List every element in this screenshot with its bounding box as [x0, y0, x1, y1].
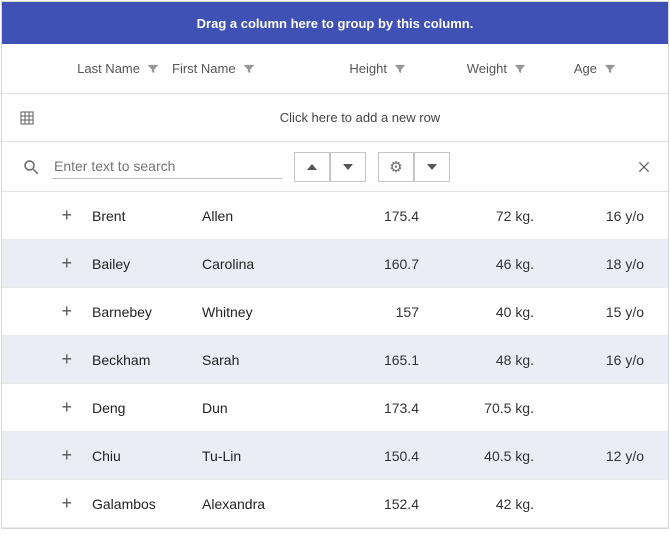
expand-button[interactable]: +	[2, 205, 92, 226]
table-row[interactable]: + BaileyCarolina160.746 kg.18 y/o	[2, 240, 668, 288]
settings-buttons: ⚙	[378, 152, 450, 182]
cell-weight: 70.5 kg.	[427, 400, 542, 416]
cell-firstname: Sarah	[202, 352, 317, 368]
triangle-down-icon	[427, 164, 437, 170]
cell-firstname: Alexandra	[202, 496, 317, 512]
new-row-label: Click here to add a new row	[52, 110, 668, 125]
column-header-firstname[interactable]: First Name	[172, 61, 287, 76]
cell-weight: 72 kg.	[427, 208, 542, 224]
cell-firstname: Whitney	[202, 304, 317, 320]
column-header-lastname[interactable]: Last Name	[52, 61, 172, 76]
column-header-label: First Name	[172, 61, 236, 76]
search-input[interactable]	[52, 154, 282, 179]
plus-icon: +	[61, 397, 72, 418]
column-header-label: Last Name	[77, 61, 140, 76]
filter-icon[interactable]	[146, 62, 160, 76]
filter-icon[interactable]	[513, 62, 527, 76]
cell-firstname: Tu-Lin	[202, 448, 317, 464]
sort-buttons	[294, 152, 366, 182]
column-header-row: Last Name First Name Height Weight Age	[2, 44, 668, 94]
plus-icon: +	[61, 253, 72, 274]
expand-button[interactable]: +	[2, 493, 92, 514]
cell-lastname: Bailey	[92, 256, 202, 272]
cell-age: 16 y/o	[542, 352, 652, 368]
cell-weight: 48 kg.	[427, 352, 542, 368]
sort-asc-button[interactable]	[294, 152, 330, 182]
cell-weight: 46 kg.	[427, 256, 542, 272]
column-header-age[interactable]: Age	[527, 61, 617, 76]
settings-button[interactable]: ⚙	[378, 152, 414, 182]
plus-icon: +	[61, 445, 72, 466]
expand-button[interactable]: +	[2, 445, 92, 466]
cell-weight: 42 kg.	[427, 496, 542, 512]
cell-firstname: Carolina	[202, 256, 317, 272]
cell-height: 165.1	[317, 352, 427, 368]
expand-button[interactable]: +	[2, 397, 92, 418]
cell-weight: 40 kg.	[427, 304, 542, 320]
table-row[interactable]: + BeckhamSarah165.148 kg.16 y/o	[2, 336, 668, 384]
settings-dropdown-button[interactable]	[414, 152, 450, 182]
table-row[interactable]: + BarnebeyWhitney15740 kg.15 y/o	[2, 288, 668, 336]
data-rows: +BrentAllen175.472 kg.16 y/o+BaileyCarol…	[2, 192, 668, 528]
expand-button[interactable]: +	[2, 349, 92, 370]
filter-icon[interactable]	[242, 62, 256, 76]
column-header-label: Height	[349, 61, 387, 76]
group-panel-label: Drag a column here to group by this colu…	[197, 16, 474, 31]
cell-lastname: Barnebey	[92, 304, 202, 320]
cell-age: 15 y/o	[542, 304, 652, 320]
column-header-label: Age	[574, 61, 597, 76]
cell-weight: 40.5 kg.	[427, 448, 542, 464]
column-header-weight[interactable]: Weight	[407, 61, 527, 76]
cell-height: 152.4	[317, 496, 427, 512]
cell-age: 12 y/o	[542, 448, 652, 464]
cell-height: 173.4	[317, 400, 427, 416]
cell-height: 157	[317, 304, 427, 320]
cell-lastname: Brent	[92, 208, 202, 224]
triangle-up-icon	[307, 164, 317, 170]
cell-lastname: Deng	[92, 400, 202, 416]
search-row: ⚙	[2, 142, 668, 192]
column-header-label: Weight	[467, 61, 507, 76]
cell-lastname: Chiu	[92, 448, 202, 464]
cell-lastname: Galambos	[92, 496, 202, 512]
close-icon	[636, 159, 652, 175]
search-icon[interactable]	[10, 158, 52, 176]
cell-age: 16 y/o	[542, 208, 652, 224]
plus-icon: +	[61, 205, 72, 226]
table-row[interactable]: + GalambosAlexandra152.442 kg.	[2, 480, 668, 528]
column-header-height[interactable]: Height	[287, 61, 407, 76]
triangle-down-icon	[343, 164, 353, 170]
group-panel[interactable]: Drag a column here to group by this colu…	[2, 2, 668, 44]
cell-height: 175.4	[317, 208, 427, 224]
clear-button[interactable]	[636, 159, 652, 175]
cell-firstname: Allen	[202, 208, 317, 224]
table-icon	[2, 110, 52, 126]
plus-icon: +	[61, 493, 72, 514]
cell-lastname: Beckham	[92, 352, 202, 368]
cell-height: 150.4	[317, 448, 427, 464]
cell-age: 18 y/o	[542, 256, 652, 272]
sort-desc-button[interactable]	[330, 152, 366, 182]
table-row[interactable]: + DengDun173.470.5 kg.	[2, 384, 668, 432]
table-row[interactable]: + ChiuTu-Lin150.440.5 kg.12 y/o	[2, 432, 668, 480]
filter-icon[interactable]	[603, 62, 617, 76]
plus-icon: +	[61, 349, 72, 370]
plus-icon: +	[61, 301, 72, 322]
cell-height: 160.7	[317, 256, 427, 272]
cell-firstname: Dun	[202, 400, 317, 416]
grid-view: Drag a column here to group by this colu…	[1, 1, 669, 529]
filter-icon[interactable]	[393, 62, 407, 76]
table-row[interactable]: + BrentAllen175.472 kg.16 y/o	[2, 192, 668, 240]
new-row[interactable]: Click here to add a new row	[2, 94, 668, 142]
expand-button[interactable]: +	[2, 253, 92, 274]
expand-button[interactable]: +	[2, 301, 92, 322]
gear-icon: ⚙	[389, 158, 402, 176]
